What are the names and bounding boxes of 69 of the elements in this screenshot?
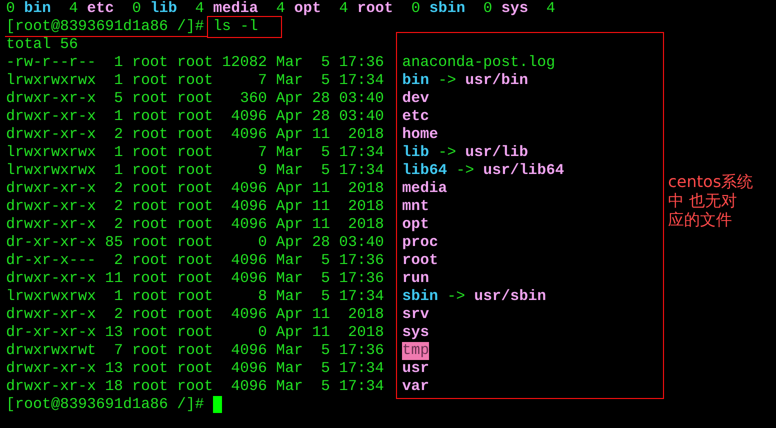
file-name: dev xyxy=(402,90,430,108)
file-name: sbin xyxy=(429,0,466,18)
block-count: 4 xyxy=(276,0,286,18)
file-name: media xyxy=(402,180,448,198)
file-name: tmp xyxy=(402,342,430,360)
file-info: drwxr-xr-x 13 root root 4096 Mar 5 17:34 xyxy=(6,360,384,378)
block-count: 0 xyxy=(6,0,16,18)
file-info: drwxr-xr-x 2 root root 4096 Apr 11 2018 xyxy=(6,126,384,144)
link-target: usr/lib64 xyxy=(483,162,564,180)
file-info: drwxr-xr-x 18 root root 4096 Mar 5 17:34 xyxy=(6,378,384,396)
link-arrow: -> xyxy=(447,288,466,306)
file-info: drwxr-xr-x 5 root root 360 Apr 28 03:40 xyxy=(6,90,384,108)
file-name: run xyxy=(402,270,430,288)
link-arrow: -> xyxy=(456,162,474,180)
file-name: mnt xyxy=(402,198,430,216)
file-name: opt xyxy=(402,216,430,234)
file-info: lrwxrwxrwx 1 root root 9 Mar 5 17:34 xyxy=(6,162,384,180)
file-name: lib64 xyxy=(402,162,448,180)
file-info: drwxr-xr-x 1 root root 4096 Apr 28 03:40 xyxy=(6,108,384,126)
file-name: srv xyxy=(402,306,430,324)
total-text: total 56 xyxy=(6,36,78,54)
file-info: lrwxrwxrwx 1 root root 8 Mar 5 17:34 xyxy=(6,288,384,306)
file-info: dr-xr-xr-x 13 root root 0 Apr 11 2018 xyxy=(6,324,384,342)
file-name: anaconda-post.log xyxy=(402,54,556,72)
block-count: 0 xyxy=(411,0,420,18)
file-info: drwxr-xr-x 11 root root 4096 Mar 5 17:36 xyxy=(6,270,384,288)
link-target: usr/sbin xyxy=(474,288,546,306)
link-target: usr/lib xyxy=(465,144,528,162)
file-info: drwxr-xr-x 2 root root 4096 Apr 11 2018 xyxy=(6,198,384,216)
file-name: var xyxy=(402,378,430,396)
file-name: bin xyxy=(402,72,430,90)
file-name: lib xyxy=(402,144,430,162)
file-name: home xyxy=(402,126,438,144)
text-cursor xyxy=(213,396,222,413)
file-name: lib xyxy=(150,0,178,18)
file-name: bin xyxy=(24,0,52,18)
file-name: sys xyxy=(501,0,528,18)
file-info: dr-xr-x--- 2 root root 4096 Mar 5 17:36 xyxy=(6,252,384,270)
file-name: sys xyxy=(402,324,430,342)
shell-prompt: [root@8393691d1a86 /]# xyxy=(6,18,204,36)
file-name: etc xyxy=(87,0,114,18)
file-info: drwxr-xr-x 2 root root 4096 Apr 11 2018 xyxy=(6,306,384,324)
file-name: root xyxy=(357,0,394,18)
block-count: 4 xyxy=(546,0,556,18)
file-info: drwxr-xr-x 2 root root 4096 Apr 11 2018 xyxy=(6,180,384,198)
file-info: lrwxrwxrwx 1 root root 7 Mar 5 17:34 xyxy=(6,72,384,90)
file-name: usr xyxy=(402,360,430,378)
block-count: 0 xyxy=(132,0,142,18)
block-count: 4 xyxy=(69,0,78,18)
file-info: dr-xr-xr-x 85 root root 0 Apr 28 03:40 xyxy=(6,234,384,252)
link-arrow: -> xyxy=(438,144,456,162)
file-info: lrwxrwxrwx 1 root root 7 Mar 5 17:34 xyxy=(6,144,384,162)
block-count: 4 xyxy=(195,0,204,18)
file-name: proc xyxy=(402,234,438,252)
block-count: 0 xyxy=(483,0,492,18)
file-info: -rw-r--r-- 1 root root 12082 Mar 5 17:36 xyxy=(6,54,384,72)
block-count: 4 xyxy=(339,0,348,18)
link-target: usr/bin xyxy=(465,72,528,90)
file-name: sbin xyxy=(402,288,438,306)
file-info: drwxr-xr-x 2 root root 4096 Apr 11 2018 xyxy=(6,216,384,234)
file-name: etc xyxy=(402,108,430,126)
file-name: opt xyxy=(294,0,322,18)
annotation-note: centos系统 中 也无对 应的文件 xyxy=(668,172,754,229)
command-text: ls -l xyxy=(213,18,258,36)
file-info: drwxrwxrwt 7 root root 4096 Mar 5 17:36 xyxy=(6,342,384,360)
file-name: media xyxy=(213,0,258,18)
shell-prompt: [root@8393691d1a86 /]# xyxy=(6,396,204,414)
file-name: root xyxy=(402,252,438,270)
link-arrow: -> xyxy=(438,72,456,90)
